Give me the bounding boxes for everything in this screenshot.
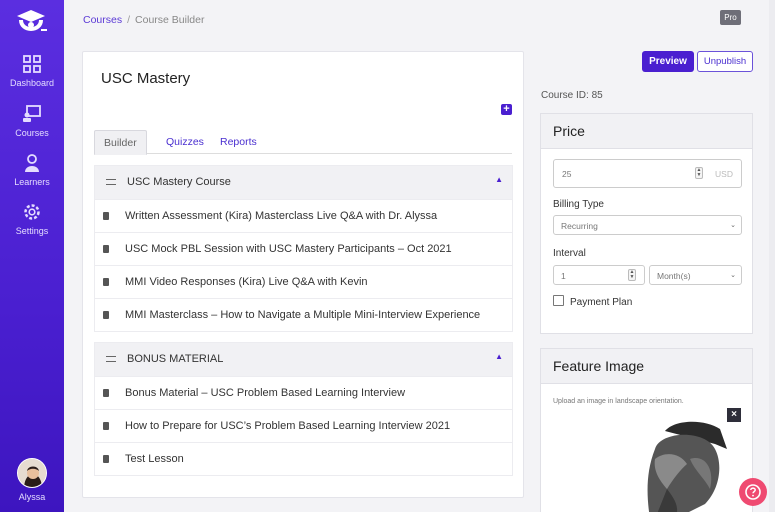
dashboard-icon (23, 55, 41, 73)
learners-icon (25, 154, 39, 172)
interval-label: Interval (553, 248, 586, 259)
feature-image-hint: Upload an image in landscape orientation… (553, 398, 684, 405)
sidebar-item-label: Learners (14, 177, 50, 187)
payment-plan-label: Payment Plan (570, 297, 633, 308)
feature-image-heading: Feature Image (541, 349, 752, 384)
lesson-item[interactable]: Written Assessment (Kira) Masterclass Li… (95, 199, 512, 232)
lesson-item[interactable]: Bonus Material – USC Problem Based Learn… (95, 376, 512, 409)
lesson-title: USC Mock PBL Session with USC Mastery Pa… (125, 243, 452, 255)
lesson-title: How to Prepare for USC’s Problem Based L… (125, 420, 451, 432)
sidebar-item-learners[interactable]: Learners (0, 153, 64, 187)
avatar (17, 458, 47, 488)
interval-period-value: Month(s) (657, 271, 691, 281)
chevron-down-icon: ⌄ (730, 272, 736, 279)
tab-builder[interactable]: Builder (94, 130, 147, 155)
price-value: 25 (562, 169, 572, 179)
currency-label: USD (715, 169, 733, 179)
help-icon (745, 484, 761, 500)
preview-button[interactable]: Preview (642, 51, 694, 72)
section-title: USC Mastery Course (127, 176, 231, 188)
plan-badge: Pro (720, 10, 741, 25)
lesson-item[interactable]: USC Mock PBL Session with USC Mastery Pa… (95, 232, 512, 265)
add-section-button[interactable]: + (501, 104, 512, 115)
lesson-title: Test Lesson (125, 453, 184, 465)
billing-type-value: Recurring (561, 221, 598, 231)
section-title: BONUS MATERIAL (127, 353, 224, 365)
sidebar-item-settings[interactable]: Settings (0, 202, 64, 236)
page-title: USC Mastery (101, 70, 191, 87)
interval-value: 1 (561, 271, 566, 281)
section-header[interactable]: USC Mastery Course ▲ (95, 166, 512, 199)
user-menu[interactable]: Alyssa (0, 458, 64, 502)
section-header[interactable]: BONUS MATERIAL ▲ (95, 343, 512, 376)
price-panel: Price 25 ▲ ▼ USD Billing Type Recurring ⌄… (540, 113, 753, 334)
price-heading: Price (541, 114, 752, 149)
sidebar: Dashboard Courses Learners Settings Alys… (0, 0, 64, 512)
feature-image (555, 419, 741, 512)
billing-type-select[interactable]: Recurring ⌄ (553, 215, 742, 235)
document-icon (103, 245, 109, 253)
lesson-item[interactable]: MMI Masterclass – How to Navigate a Mult… (95, 298, 512, 331)
user-name: Alyssa (18, 492, 46, 502)
lesson-title: MMI Masterclass – How to Navigate a Mult… (125, 309, 481, 321)
document-icon (103, 422, 109, 430)
course-section: USC Mastery Course ▲ Written Assessment … (94, 165, 513, 332)
breadcrumb: Courses / Course Builder (83, 14, 204, 26)
lesson-title: Bonus Material – USC Problem Based Learn… (125, 387, 406, 399)
gear-icon (24, 204, 40, 220)
sidebar-item-courses[interactable]: Courses (0, 104, 64, 138)
chevron-up-icon[interactable]: ▲ (495, 352, 503, 361)
drag-handle-icon[interactable] (106, 356, 116, 362)
help-button[interactable] (739, 478, 767, 506)
stepper-icon[interactable]: ▲ ▼ (628, 269, 636, 281)
price-input[interactable]: 25 ▲ ▼ USD (553, 159, 742, 188)
lesson-item[interactable]: How to Prepare for USC’s Problem Based L… (95, 409, 512, 442)
chevron-up-icon[interactable]: ▲ (495, 175, 503, 184)
interval-input[interactable]: 1 ▲ ▼ (553, 265, 645, 285)
course-builder-card: USC Mastery + Builder Quizzes Reports US… (82, 51, 524, 498)
course-id: Course ID: 85 (541, 90, 603, 101)
interval-period-select[interactable]: Month(s) ⌄ (649, 265, 742, 285)
courses-icon (23, 105, 41, 122)
chevron-down-icon: ⌄ (730, 222, 736, 229)
document-icon (103, 389, 109, 397)
lesson-title: MMI Video Responses (Kira) Live Q&A with… (125, 276, 368, 288)
course-section: BONUS MATERIAL ▲ Bonus Material – USC Pr… (94, 342, 513, 476)
remove-image-button[interactable]: × (727, 408, 741, 422)
lesson-title: Written Assessment (Kira) Masterclass Li… (125, 210, 438, 222)
document-icon (103, 278, 109, 286)
lesson-item[interactable]: MMI Video Responses (Kira) Live Q&A with… (95, 265, 512, 298)
breadcrumb-courses-link[interactable]: Courses (83, 14, 122, 26)
lesson-item[interactable]: Test Lesson (95, 442, 512, 475)
sidebar-item-dashboard[interactable]: Dashboard (0, 54, 64, 88)
sidebar-item-label: Dashboard (9, 78, 55, 88)
unpublish-button[interactable]: Unpublish (697, 51, 753, 72)
stepper-icon[interactable]: ▲ ▼ (695, 167, 703, 179)
tab-quizzes[interactable]: Quizzes (157, 130, 213, 154)
app-logo-icon[interactable] (13, 7, 49, 37)
sidebar-item-label: Courses (15, 128, 49, 138)
tab-reports[interactable]: Reports (211, 130, 266, 154)
feature-image-panel: Feature Image Upload an image in landsca… (540, 348, 753, 512)
drag-handle-icon[interactable] (106, 179, 116, 185)
sidebar-item-label: Settings (15, 226, 49, 236)
breadcrumb-separator: / (127, 14, 131, 26)
document-icon (103, 311, 109, 319)
course-tabs: Builder Quizzes Reports (94, 130, 512, 155)
payment-plan-checkbox[interactable] (553, 295, 564, 306)
breadcrumb-current: Course Builder (135, 14, 205, 26)
page-scrollbar[interactable] (769, 0, 775, 512)
document-icon (103, 455, 109, 463)
billing-type-label: Billing Type (553, 199, 604, 210)
document-icon (103, 212, 109, 220)
